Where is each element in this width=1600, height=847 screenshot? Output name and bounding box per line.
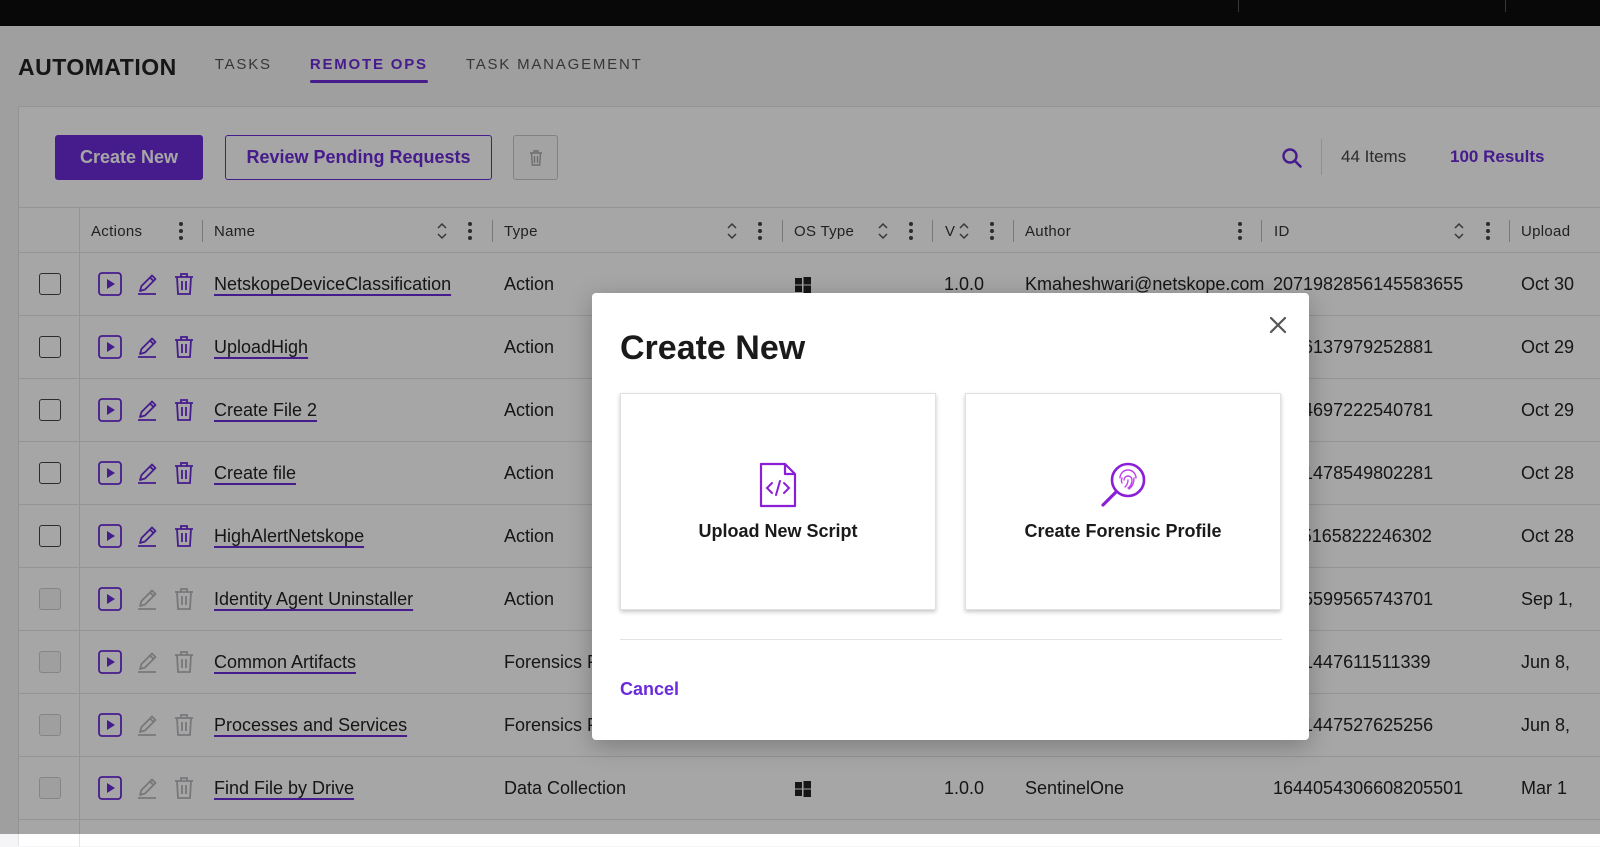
dialog-title: Create New <box>620 329 806 367</box>
fingerprint-magnifier-icon <box>1101 462 1146 507</box>
close-icon[interactable] <box>1268 315 1288 335</box>
upload-new-script-card[interactable]: Upload New Script <box>620 393 936 610</box>
cancel-button[interactable]: Cancel <box>620 679 679 700</box>
create-forensic-profile-label: Create Forensic Profile <box>1024 521 1222 541</box>
upload-new-script-label: Upload New Script <box>698 521 858 541</box>
dialog-divider <box>620 639 1282 640</box>
code-file-icon <box>759 462 797 508</box>
create-new-dialog: Create New Upload New Script Create Fore… <box>592 293 1309 740</box>
create-forensic-profile-card[interactable]: Create Forensic Profile <box>965 393 1281 610</box>
